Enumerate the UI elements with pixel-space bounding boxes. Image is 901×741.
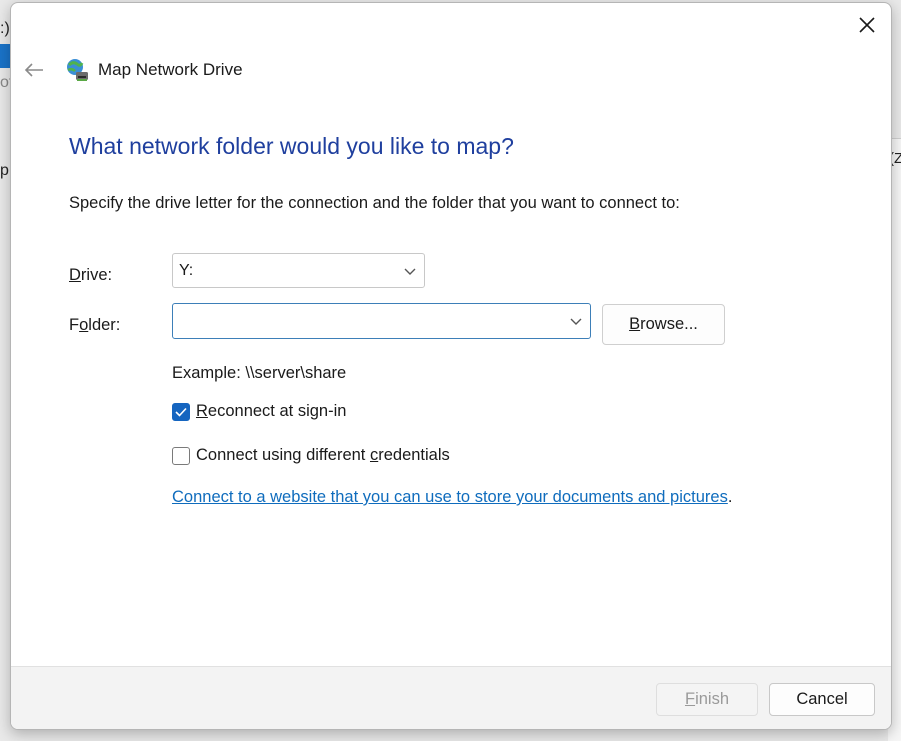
website-link-line: Connect to a website that you can use to…	[172, 488, 732, 507]
dialog-title: Map Network Drive	[98, 60, 243, 79]
close-button[interactable]	[851, 9, 883, 41]
browse-button[interactable]: Browse...	[602, 304, 725, 345]
folder-label: Folder:	[69, 316, 121, 334]
chevron-down-icon	[404, 268, 416, 275]
drive-label: Drive:	[69, 266, 113, 284]
background-text-fragment: p	[0, 162, 9, 179]
checkmark-icon	[175, 407, 187, 417]
drive-value: Y:	[179, 262, 194, 279]
reconnect-checkbox[interactable]	[172, 402, 190, 421]
map-network-drive-dialog: Map Network Drive What network folder wo…	[10, 2, 892, 730]
page-heading: What network folder would you like to ma…	[69, 133, 514, 159]
reconnect-label[interactable]: Reconnect at sign-in	[196, 402, 346, 421]
close-icon	[859, 17, 875, 33]
website-link[interactable]: Connect to a website that you can use to…	[172, 488, 728, 506]
credentials-checkbox[interactable]	[172, 446, 190, 465]
back-button[interactable]	[23, 59, 45, 81]
folder-input[interactable]	[177, 308, 561, 336]
background-text-fragment: :)	[0, 20, 10, 37]
credentials-label[interactable]: Connect using different credentials	[196, 446, 450, 465]
link-suffix: .	[727, 488, 733, 506]
example-text: Example: \\server\share	[172, 364, 347, 382]
folder-combobox[interactable]	[172, 303, 591, 339]
drive-select[interactable]: Y:	[172, 253, 425, 288]
network-drive-icon	[67, 59, 88, 81]
chevron-down-icon[interactable]	[570, 316, 582, 326]
instruction-text: Specify the drive letter for the connect…	[69, 194, 680, 212]
dialog-footer: Finish Cancel	[11, 666, 891, 729]
credentials-checkbox-row[interactable]: Connect using different credentials	[172, 446, 450, 465]
back-arrow-icon	[24, 63, 43, 77]
cancel-button[interactable]: Cancel	[769, 683, 875, 716]
reconnect-checkbox-row[interactable]: Reconnect at sign-in	[172, 402, 346, 421]
finish-button[interactable]: Finish	[656, 683, 758, 716]
background-selection-bar	[0, 44, 10, 68]
